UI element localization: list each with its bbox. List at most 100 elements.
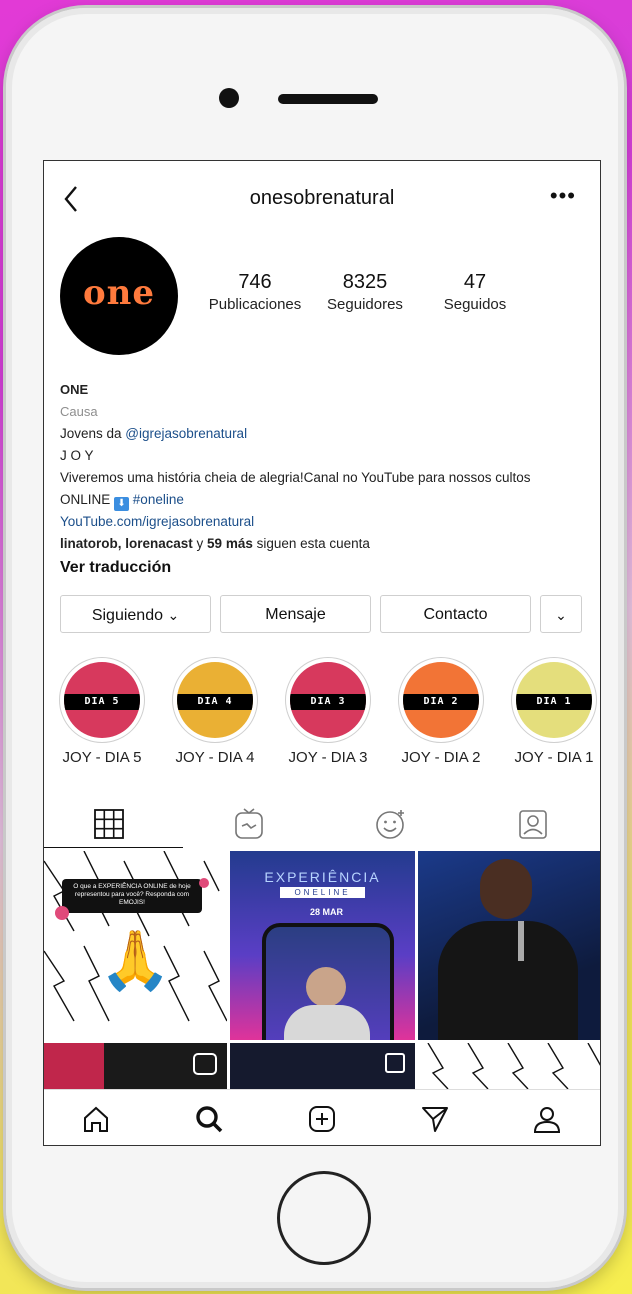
highlight-cover: DIA 1: [516, 662, 592, 738]
highlight-joy-dia-1[interactable]: DIA 1 JOY - DIA 1: [508, 657, 600, 766]
new-post-icon[interactable]: [307, 1104, 337, 1134]
bio-line-1: Jovens da @igrejasobrenatural: [60, 423, 590, 445]
suggestions-dropdown-button[interactable]: ⌄: [540, 595, 582, 633]
post-subtitle: ONELINE: [280, 887, 365, 898]
bio-text: Jovens da: [60, 426, 126, 441]
followed-by[interactable]: linatorob, lorenacast y 59 más siguen es…: [60, 533, 590, 555]
following-button[interactable]: Siguiendo ⌄: [60, 595, 211, 633]
post-date: 28 MAR: [310, 907, 344, 917]
post-color-block: [44, 1043, 104, 1089]
camera: [219, 88, 239, 108]
highlight-cover: DIA 4: [177, 662, 253, 738]
guides-emoji-icon[interactable]: [374, 807, 408, 841]
bio: ONE Causa Jovens da @igrejasobrenatural …: [60, 379, 590, 579]
see-translation-link[interactable]: Ver traducción: [60, 557, 590, 579]
post-thumbnail[interactable]: O que a EXPERIÊNCIA ONLINE de hoje repre…: [44, 851, 227, 1040]
post-thumbnail[interactable]: [44, 1043, 227, 1089]
followed-names: linatorob, lorenacast: [60, 536, 193, 551]
post-thumbnail[interactable]: EXPERIÊNCIA ONELINE 28 MAR: [230, 851, 415, 1040]
stat-posts-value: 746: [238, 271, 272, 293]
highlight-cover: DIA 5: [64, 662, 140, 738]
highlight-joy-dia-5[interactable]: DIA 5 JOY - DIA 5: [56, 657, 148, 766]
speaker: [278, 94, 378, 104]
chevron-down-icon: ⌄: [167, 607, 180, 623]
screen: onesobrenatural ••• one 746 Publicacione…: [43, 160, 601, 1146]
posts-grid: O que a EXPERIÊNCIA ONLINE de hoje repre…: [44, 851, 600, 1089]
person-body: [438, 921, 578, 1040]
highlight-cover: DIA 3: [290, 662, 366, 738]
stat-posts-label: Publicaciones: [208, 296, 302, 313]
highlight-label: JOY - DIA 2: [401, 749, 481, 766]
post-thumbnail[interactable]: [418, 1043, 600, 1089]
highlight-ring: DIA 2: [398, 657, 484, 743]
page-title: onesobrenatural: [249, 187, 395, 209]
highlight-cover: DIA 2: [403, 662, 479, 738]
avatar[interactable]: one: [60, 237, 178, 355]
profile-tabs: [44, 791, 600, 851]
stat-following-label: Seguidos: [443, 296, 507, 313]
stat-followers-label: Seguidores: [327, 296, 403, 313]
person-body: [284, 1005, 370, 1040]
grid-icon[interactable]: [92, 807, 126, 841]
stat-following[interactable]: 47 Seguidos: [420, 271, 530, 313]
home-button[interactable]: [277, 1171, 371, 1265]
tagged-icon[interactable]: [516, 807, 550, 841]
profile-icon[interactable]: [532, 1104, 562, 1134]
stat-posts[interactable]: 746 Publicaciones: [200, 271, 310, 313]
igtv-icon[interactable]: [232, 807, 266, 841]
bio-line-3: Viveremos uma história cheia de alegria!…: [60, 470, 531, 485]
highlight-ring: DIA 4: [172, 657, 258, 743]
stat-followers-value: 8325: [342, 271, 388, 293]
home-icon[interactable]: [81, 1104, 111, 1134]
highlight-joy-dia-3[interactable]: DIA 3 JOY - DIA 3: [282, 657, 374, 766]
highlight-label: JOY - DIA 1: [514, 749, 594, 766]
website-link[interactable]: YouTube.com/igrejasobrenatural: [60, 511, 590, 533]
highlight-joy-dia-2[interactable]: DIA 2 JOY - DIA 2: [395, 657, 487, 766]
down-arrow-emoji-icon: ⬇: [114, 497, 130, 511]
avatar-logo-text: one: [82, 273, 156, 313]
active-tab-indicator: [44, 847, 183, 848]
highlight-band-text: DIA 1: [516, 694, 592, 710]
followed-suffix: siguen esta cuenta: [252, 536, 370, 551]
person-head: [306, 967, 346, 1007]
post-title: EXPERIÊNCIA: [264, 869, 381, 885]
highlight-label: JOY - DIA 5: [62, 749, 142, 766]
message-button[interactable]: Mensaje: [220, 595, 371, 633]
post-caption-text: O que a EXPERIÊNCIA ONLINE de hoje repre…: [73, 883, 191, 906]
stat-followers[interactable]: 8325 Seguidores: [310, 271, 420, 313]
phone-graphic: [262, 923, 394, 1040]
highlight-ring: DIA 3: [285, 657, 371, 743]
highlight-ring: DIA 1: [511, 657, 597, 743]
followed-count: 59 más: [207, 536, 253, 551]
profile-name: ONE: [60, 382, 89, 397]
person-head: [480, 859, 532, 919]
igtv-badge-icon: [193, 1053, 217, 1075]
lightning-pattern: [427, 1043, 600, 1089]
chevron-down-icon: ⌄: [555, 607, 567, 623]
highlight-band-text: DIA 4: [177, 694, 253, 710]
highlight-band-text: DIA 2: [403, 694, 479, 710]
highlight-ring: DIA 5: [59, 657, 145, 743]
highlight-label: JOY - DIA 4: [175, 749, 255, 766]
hashtag-link[interactable]: #oneline: [133, 492, 184, 507]
following-label: Siguiendo: [91, 607, 163, 624]
bio-text: ONLINE: [60, 492, 111, 507]
top-bar: onesobrenatural •••: [44, 161, 600, 237]
praying-hands-emoji-icon: 🙏: [99, 928, 172, 993]
carousel-icon: [385, 1053, 405, 1073]
post-thumbnail[interactable]: [418, 851, 600, 1040]
microphone: [518, 921, 524, 961]
stat-following-value: 47: [463, 271, 487, 293]
highlight-joy-dia-4[interactable]: DIA 4 JOY - DIA 4: [169, 657, 261, 766]
highlight-band-text: DIA 3: [290, 694, 366, 710]
post-thumbnail[interactable]: [230, 1043, 415, 1089]
direct-message-icon[interactable]: [420, 1104, 450, 1134]
highlight-band-text: DIA 5: [64, 694, 140, 710]
bio-line-2: J O Y: [60, 448, 94, 463]
bottom-nav: [44, 1089, 600, 1145]
search-icon[interactable]: [194, 1104, 224, 1134]
more-options-icon[interactable]: •••: [550, 183, 576, 209]
contact-button[interactable]: Contacto: [380, 595, 531, 633]
profile-category: Causa: [60, 404, 98, 419]
mention-link[interactable]: @igrejasobrenatural: [125, 426, 247, 441]
